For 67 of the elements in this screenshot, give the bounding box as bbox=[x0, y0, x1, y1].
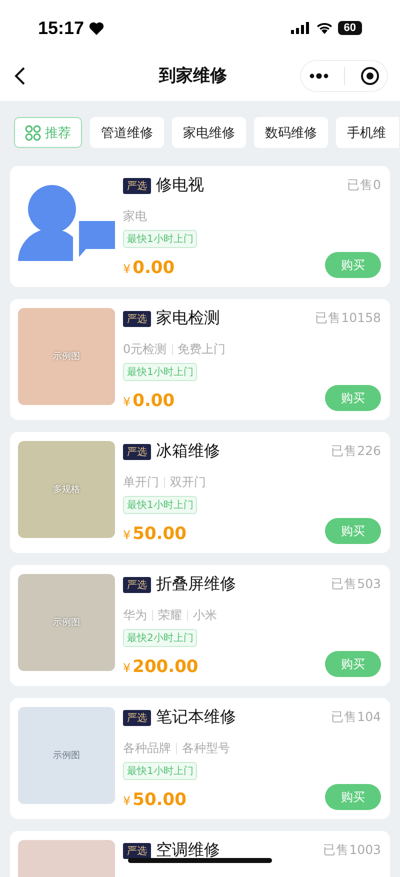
product-price: 50.00 bbox=[132, 524, 186, 544]
buy-button[interactable]: 购买 bbox=[325, 518, 381, 544]
product-tag: 0元检测 bbox=[123, 340, 167, 358]
grid-icon bbox=[25, 124, 41, 140]
back-icon[interactable] bbox=[14, 66, 26, 86]
selection-badge: 严选 bbox=[123, 310, 151, 326]
product-title: 冰箱维修 bbox=[156, 441, 220, 462]
signal-icon bbox=[290, 22, 311, 34]
buy-button[interactable]: 购买 bbox=[325, 252, 381, 278]
product-tag: 单开门 bbox=[123, 474, 159, 490]
product-tag: 家电 bbox=[123, 208, 147, 224]
delivery-tag: 最快1小时上门 bbox=[123, 230, 198, 248]
product-tag: 荣耀 bbox=[158, 606, 182, 624]
close-target-icon[interactable] bbox=[360, 66, 380, 86]
sold-count: 已售10158 bbox=[315, 310, 381, 327]
category-tab[interactable]: 管道维修 bbox=[90, 117, 164, 148]
sold-count: 已售104 bbox=[331, 709, 381, 726]
buy-button[interactable]: 购买 bbox=[325, 651, 381, 677]
wifi-icon bbox=[316, 22, 333, 34]
currency-sign: ¥ bbox=[123, 262, 131, 276]
currency-sign: ¥ bbox=[123, 661, 131, 675]
product-price: 0.00 bbox=[132, 391, 175, 411]
product-price: 200.00 bbox=[132, 657, 198, 677]
image-label: 示例图 bbox=[53, 351, 80, 363]
status-time: 15:17 bbox=[38, 18, 84, 38]
product-tag: 各种型号 bbox=[182, 740, 230, 756]
delivery-tag: 最快1小时上门 bbox=[123, 762, 198, 780]
product-title: 折叠屏维修 bbox=[156, 574, 236, 595]
category-tab[interactable]: 推荐 bbox=[14, 117, 82, 148]
sold-count: 已售226 bbox=[331, 443, 381, 460]
selection-badge: 严选 bbox=[123, 178, 151, 194]
currency-sign: ¥ bbox=[123, 794, 131, 808]
page-title: 到家维修 bbox=[159, 65, 227, 87]
product-title: 笔记本维修 bbox=[156, 707, 236, 728]
delivery-tag: 最快1小时上门 bbox=[123, 496, 198, 514]
product-title: 家电检测 bbox=[156, 308, 220, 329]
image-label: 多规格 bbox=[53, 484, 80, 496]
currency-sign: ¥ bbox=[123, 528, 131, 542]
selection-badge: 严选 bbox=[123, 444, 151, 460]
more-icon[interactable] bbox=[308, 72, 328, 78]
product-title: 空调维修 bbox=[156, 840, 220, 861]
delivery-tag: 最快1小时上门 bbox=[123, 363, 198, 381]
product-title: 修电视 bbox=[156, 175, 204, 196]
selection-badge: 严选 bbox=[123, 576, 151, 592]
product-price: 0.00 bbox=[132, 258, 175, 278]
product-tag: 各种品牌 bbox=[123, 740, 171, 756]
currency-sign: ¥ bbox=[123, 395, 131, 409]
product-price: 50.00 bbox=[132, 790, 186, 810]
product-tag: 小米 bbox=[193, 606, 217, 624]
product-tag: 免费上门 bbox=[178, 340, 226, 358]
product-tag: 双开门 bbox=[170, 474, 206, 490]
selection-badge: 严选 bbox=[123, 710, 151, 726]
sold-count: 已售503 bbox=[331, 576, 381, 593]
category-tab[interactable]: 数码维修 bbox=[254, 117, 328, 148]
buy-button[interactable]: 购买 bbox=[325, 385, 381, 411]
sold-count: 已售0 bbox=[347, 177, 381, 194]
category-tab[interactable]: 手机维 bbox=[336, 117, 399, 148]
buy-button[interactable]: 购买 bbox=[325, 784, 381, 810]
category-tab[interactable]: 家电维修 bbox=[172, 117, 246, 148]
battery-level: 60 bbox=[338, 21, 362, 35]
image-label: 示例图 bbox=[53, 750, 80, 762]
product-tag: 华为 bbox=[123, 606, 147, 624]
delivery-tag: 最快2小时上门 bbox=[123, 629, 198, 647]
image-label: 示例图 bbox=[53, 617, 80, 629]
selection-badge: 严选 bbox=[123, 842, 151, 858]
sold-count: 已售1003 bbox=[323, 842, 381, 859]
heart-icon bbox=[89, 22, 104, 34]
